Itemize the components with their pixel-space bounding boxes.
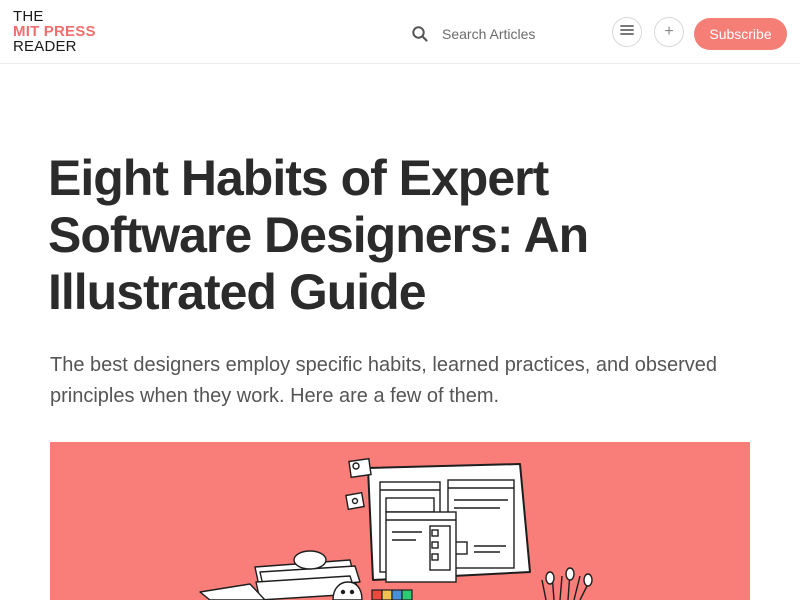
- search-bar[interactable]: [411, 22, 591, 46]
- menu-button[interactable]: [612, 17, 642, 47]
- subscribe-button[interactable]: Subscribe: [694, 18, 787, 50]
- site-header: THE MIT PRESS READER + Subscribe: [0, 0, 800, 64]
- menu-icon: [620, 23, 634, 41]
- article-subtitle: The best designers employ specific habit…: [50, 354, 718, 407]
- article-title: Eight Habits of Expert Software Designer…: [48, 150, 589, 320]
- designer-desk-illustration: [199, 457, 593, 600]
- site-logo[interactable]: THE MIT PRESS READER: [13, 9, 96, 54]
- hero-illustration: [50, 442, 750, 600]
- search-icon[interactable]: [411, 25, 429, 43]
- logo-line-mit-press: MIT PRESS: [13, 23, 96, 40]
- plus-icon: +: [664, 23, 674, 40]
- plus-button[interactable]: +: [654, 17, 684, 47]
- search-input[interactable]: [442, 26, 572, 42]
- logo-line-the: THE: [13, 8, 44, 25]
- logo-line-reader: READER: [13, 38, 77, 55]
